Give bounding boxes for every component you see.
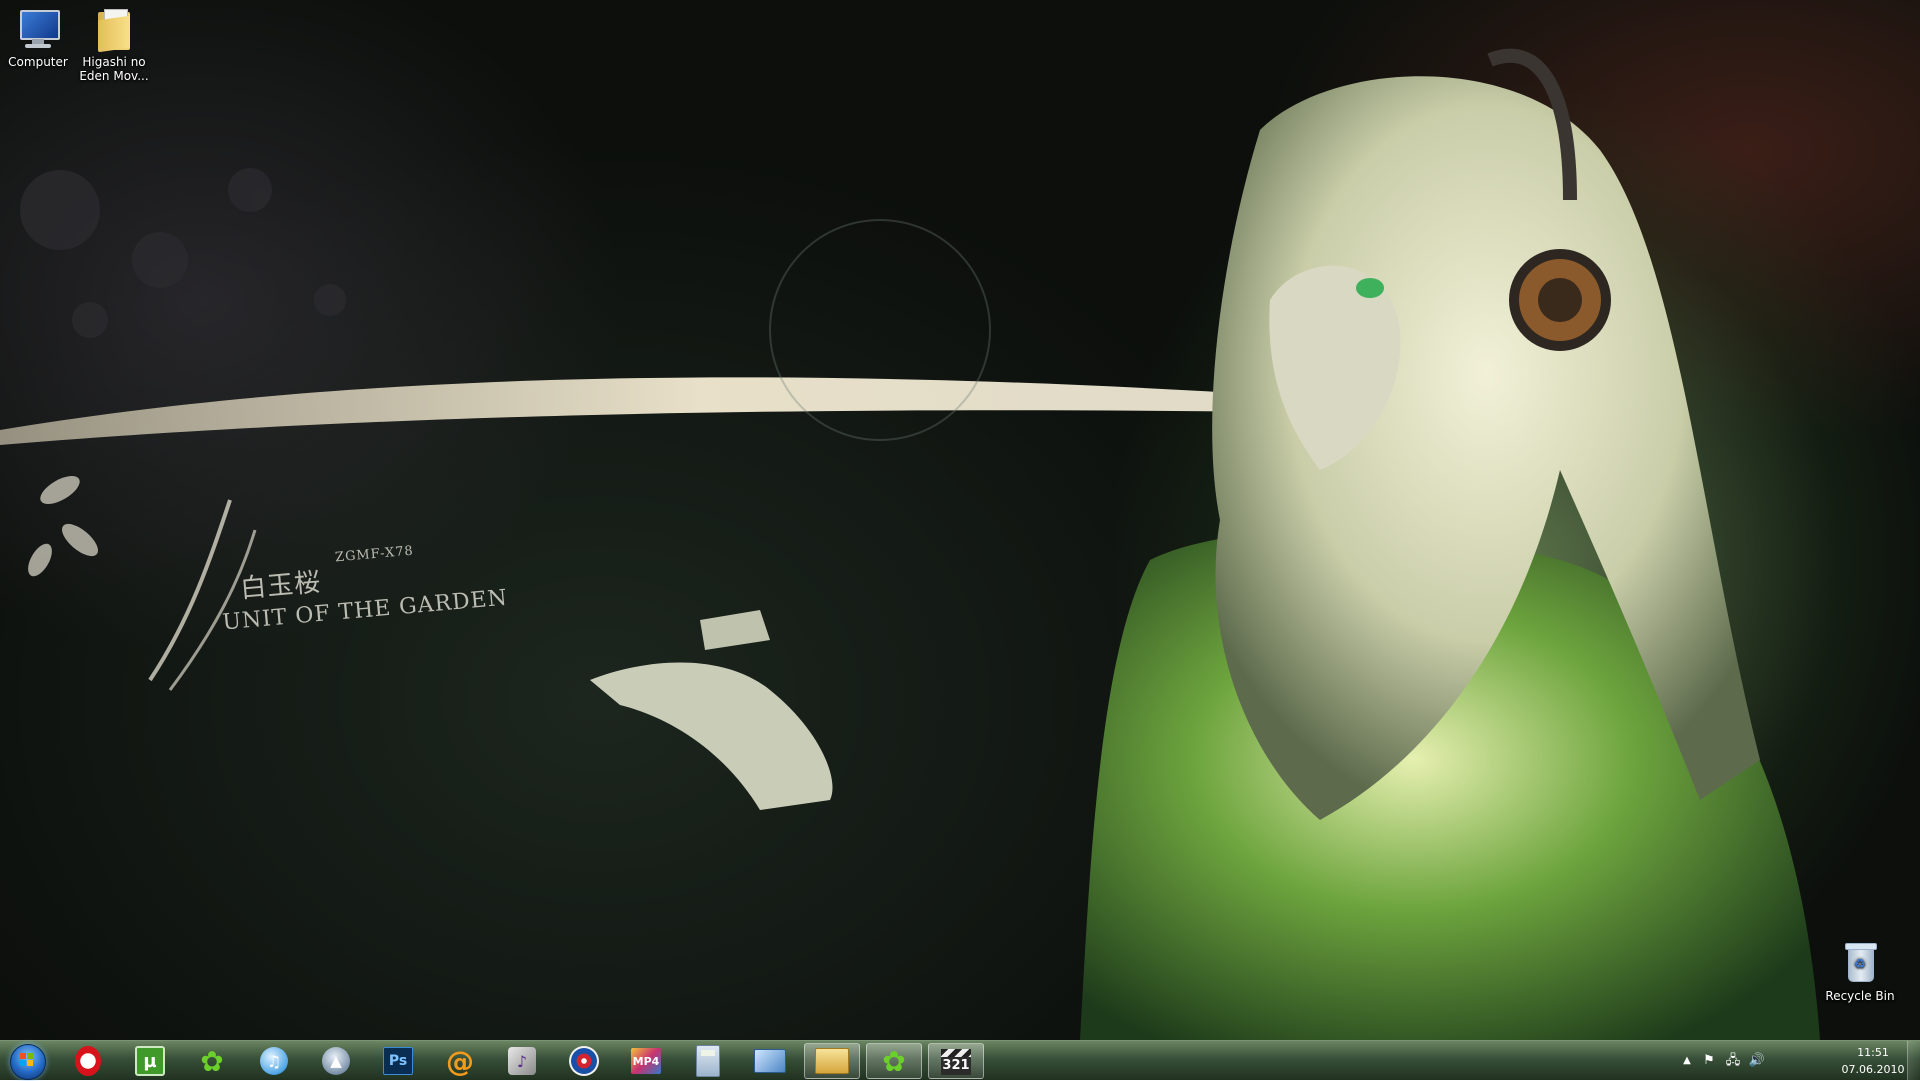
action-center-flag-icon[interactable]: ⚑ [1700, 1051, 1718, 1071]
system-tray: ▲ ⚑ 🖧 🔊 11:51 07.06.2010 [1670, 1041, 1920, 1081]
mp4-icon: MP4 [631, 1048, 661, 1074]
taskbar-app-opera[interactable] [60, 1043, 116, 1079]
media-player-icon: ♪ [508, 1047, 536, 1075]
icq-flower-icon: ✿ [882, 1044, 906, 1078]
taskbar-app-media-player[interactable]: ♪ [494, 1043, 550, 1079]
taskbar-app-icq-open[interactable]: ✿ [866, 1043, 922, 1079]
taskbar: µ ✿ ♫ ▲ Ps @ ♪ MP4 ✿ 321 ▲ ⚑ 🖧 🔊 11:51 0… [0, 1040, 1920, 1081]
desktop-icon-label: Computer [8, 55, 68, 69]
wallpaper-kanji: 白玉桜 [239, 567, 323, 605]
clock-time: 11:51 [1857, 1046, 1889, 1059]
taskbar-app-calculator[interactable] [680, 1043, 736, 1079]
desktop-icon-folder[interactable]: Higashi no Eden Mov... [76, 4, 152, 83]
desktop-icon-label: Higashi no Eden Mov... [79, 55, 149, 83]
taskbar-app-photoshop[interactable]: Ps [370, 1043, 426, 1079]
show-hidden-icons-button[interactable]: ▲ [1678, 1051, 1696, 1071]
desktop-wallpaper: 白玉桜 ZGMF-X78 UNIT OF THE GARDEN Computer… [0, 0, 1920, 1040]
taskbar-app-explorer[interactable] [804, 1043, 860, 1079]
recycle-bin-icon: ♻ [1838, 942, 1882, 986]
network-icon [754, 1049, 786, 1073]
taskbar-app-launcher[interactable]: ▲ [308, 1043, 364, 1079]
taskbar-app-disc-burner[interactable] [556, 1043, 612, 1079]
clapper-icon: 321 [941, 1046, 971, 1076]
disc-icon [569, 1046, 599, 1076]
utorrent-icon: µ [135, 1046, 165, 1076]
calculator-icon [696, 1045, 720, 1077]
taskbar-app-mail-agent[interactable]: @ [432, 1043, 488, 1079]
volume-icon[interactable]: 🔊 [1748, 1051, 1766, 1071]
taskbar-app-mp4-converter[interactable]: MP4 [618, 1043, 674, 1079]
computer-icon [16, 8, 60, 52]
taskbar-app-icq[interactable]: ✿ [184, 1043, 240, 1079]
folder-icon [92, 8, 136, 53]
mail-at-icon: @ [446, 1044, 474, 1078]
folder-icon [815, 1048, 849, 1074]
photoshop-icon: Ps [383, 1047, 413, 1075]
itunes-icon: ♫ [260, 1047, 288, 1075]
taskbar-app-utorrent[interactable]: µ [122, 1043, 178, 1079]
taskbar-app-itunes[interactable]: ♫ [246, 1043, 302, 1079]
windows-flag-icon [20, 1053, 34, 1067]
launcher-icon: ▲ [322, 1047, 350, 1075]
taskbar-app-network[interactable] [742, 1043, 798, 1079]
wallpaper-artwork [0, 48, 1820, 1040]
taskbar-app-video-editor[interactable]: 321 [928, 1043, 984, 1079]
icq-flower-icon: ✿ [200, 1044, 224, 1078]
opera-icon [75, 1046, 101, 1076]
desktop-icon-recycle-bin[interactable]: ♻ Recycle Bin [1822, 938, 1898, 1003]
clock[interactable]: 11:51 07.06.2010 [1838, 1044, 1908, 1078]
desktop-icon-computer[interactable]: Computer [0, 4, 76, 69]
network-status-icon[interactable]: 🖧 [1724, 1051, 1742, 1071]
start-button[interactable] [4, 1042, 50, 1080]
clapper-label: 321 [941, 1057, 971, 1075]
desktop-icon-label: Recycle Bin [1825, 989, 1895, 1003]
clock-date: 07.06.2010 [1841, 1063, 1905, 1076]
show-desktop-button[interactable] [1907, 1041, 1920, 1081]
